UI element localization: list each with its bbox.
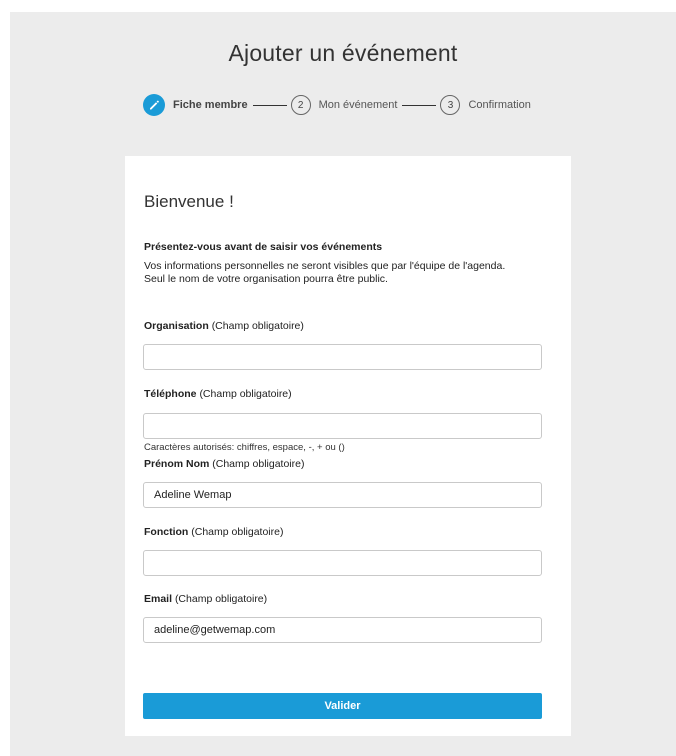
intro-heading: Présentez-vous avant de saisir vos événe… <box>144 241 383 253</box>
stepper: Fiche membre 2 Mon événement 3 Confirmat… <box>143 93 531 117</box>
pencil-glyph <box>150 100 159 110</box>
step-3-number: 3 <box>440 95 461 115</box>
full-name-label: Prénom Nom (Champ obligatoire) <box>144 458 304 470</box>
fonction-input[interactable] <box>143 550 542 576</box>
submit-button[interactable]: Valider <box>143 693 542 719</box>
organisation-label-text: Organisation <box>144 320 209 332</box>
member-form-card: Bienvenue ! Présentez-vous avant de sais… <box>125 156 571 736</box>
step-3-label: Confirmation <box>468 99 531 111</box>
step-2-number: 2 <box>290 95 311 115</box>
required-hint: (Champ obligatoire) <box>174 593 268 605</box>
step-1-label: Fiche membre <box>173 99 248 111</box>
intro-line: Seul le nom de votre organisation pourra… <box>144 273 388 285</box>
required-hint: (Champ obligatoire) <box>199 388 292 400</box>
full-name-input[interactable] <box>143 482 542 508</box>
email-label: Email (Champ obligatoire) <box>144 593 267 605</box>
page-background: Ajouter un événement Fiche membre 2 Mon … <box>10 12 676 756</box>
step-connector <box>252 104 287 106</box>
fonction-label: Fonction (Champ obligatoire) <box>144 526 283 538</box>
fonction-label-text: Fonction <box>144 526 189 538</box>
required-hint: (Champ obligatoire) <box>191 526 284 538</box>
page-title: Ajouter un événement <box>228 40 458 66</box>
step-2-label: Mon événement <box>318 99 398 111</box>
required-hint: (Champ obligatoire) <box>212 458 305 470</box>
pencil-icon <box>143 94 165 116</box>
intro-text: Vos informations personnelles ne seront … <box>144 260 554 286</box>
telephone-label-text: Téléphone <box>144 388 197 400</box>
telephone-input[interactable] <box>143 413 542 439</box>
step-connector <box>402 104 437 106</box>
email-input[interactable] <box>143 617 542 643</box>
full-name-label-text: Prénom Nom <box>144 458 210 470</box>
intro-line: Vos informations personnelles ne seront … <box>144 260 506 272</box>
telephone-label: Téléphone (Champ obligatoire) <box>144 388 292 400</box>
organisation-input[interactable] <box>143 344 542 370</box>
email-label-text: Email <box>144 593 173 605</box>
welcome-heading: Bienvenue ! <box>144 192 234 211</box>
telephone-help-text: Caractères autorisés: chiffres, espace, … <box>144 442 345 453</box>
required-hint: (Champ obligatoire) <box>211 320 304 332</box>
organisation-label: Organisation (Champ obligatoire) <box>144 320 304 332</box>
